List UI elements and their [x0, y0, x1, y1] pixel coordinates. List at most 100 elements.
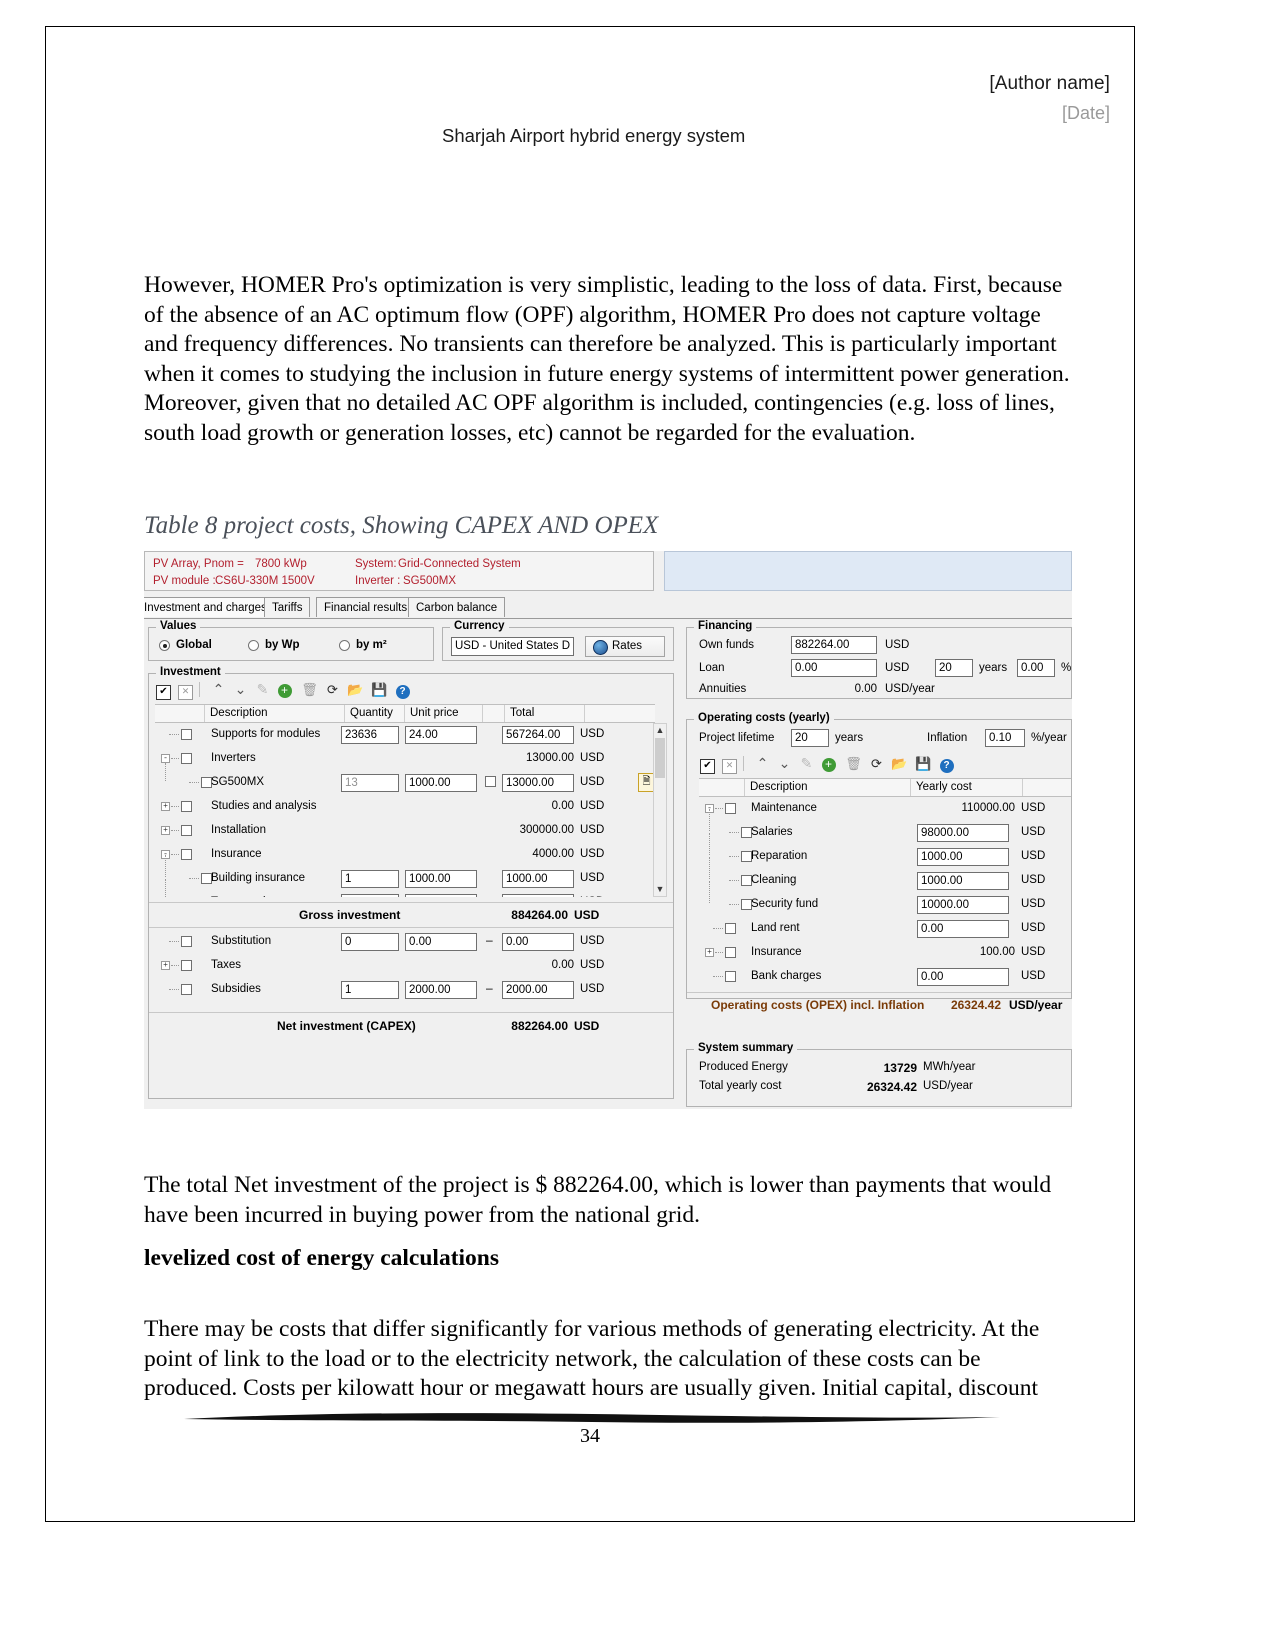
- tab-financial-results[interactable]: Financial results: [316, 597, 416, 617]
- open-folder-icon[interactable]: 📂: [891, 755, 908, 772]
- row-quantity-input[interactable]: 1: [341, 981, 399, 999]
- table-row[interactable]: - Inverters 13000.00 USD: [155, 747, 655, 771]
- table-row[interactable]: Reparation 1000.00 USD: [699, 833, 1071, 869]
- row-unit-price-input[interactable]: 24.00: [405, 726, 477, 744]
- row-checkbox[interactable]: [181, 849, 192, 860]
- tab-carbon-balance[interactable]: Carbon balance: [408, 597, 506, 617]
- row-quantity-input[interactable]: 23636: [341, 726, 399, 744]
- scroll-up-icon[interactable]: ▲: [654, 724, 666, 737]
- check-all-icon[interactable]: ✔: [699, 755, 716, 774]
- help-icon[interactable]: ?: [938, 755, 955, 773]
- investment-scrollbar[interactable]: ▲ ▼: [653, 723, 667, 897]
- move-up-icon[interactable]: ⌃: [754, 755, 771, 772]
- row-total-input[interactable]: 1000.00: [502, 870, 574, 888]
- loan-rate-input[interactable]: 0.00: [1017, 659, 1055, 677]
- table-row[interactable]: Building insurance 1 1000.00 1000.00 USD: [155, 855, 655, 891]
- row-yearly-cost-input[interactable]: 1000.00: [917, 848, 1009, 866]
- row-total-input[interactable]: 1000.00: [502, 894, 574, 897]
- row-unit-price-input[interactable]: 1000.00: [405, 774, 477, 792]
- row-checkbox[interactable]: [725, 947, 736, 958]
- row-checkbox[interactable]: [725, 971, 736, 982]
- row-unit-price-input[interactable]: 2000.00: [405, 981, 477, 999]
- inflation-input[interactable]: 0.10: [985, 729, 1025, 747]
- move-down-icon[interactable]: ⌄: [776, 755, 793, 772]
- tab-investment-and-charges[interactable]: Investment and charges: [144, 597, 275, 617]
- own-funds-input[interactable]: 882264.00: [791, 636, 877, 654]
- row-total-input[interactable]: 13000.00: [502, 774, 574, 792]
- table-row[interactable]: SG500MX 13 1000.00 13000.00 USD 🗎: [155, 763, 655, 795]
- currency-select[interactable]: USD - United States D: [451, 637, 574, 656]
- table-row[interactable]: Salaries 98000.00 USD: [699, 809, 1071, 845]
- open-folder-icon[interactable]: 📂: [347, 681, 364, 698]
- project-lifetime-input[interactable]: 20: [791, 729, 829, 747]
- radio-by-wp[interactable]: [248, 640, 259, 651]
- row-expander[interactable]: +: [161, 961, 170, 970]
- table-row[interactable]: Supports for modules 23636 24.00 567264.…: [155, 723, 655, 747]
- edit-icon[interactable]: ✎: [798, 755, 815, 772]
- row-yearly-cost-input[interactable]: 10000.00: [917, 896, 1009, 914]
- row-quantity-input[interactable]: 0: [341, 933, 399, 951]
- table-row[interactable]: + Insurance 100.00 USD: [699, 941, 1071, 965]
- row-checkbox[interactable]: [181, 753, 192, 764]
- add-icon[interactable]: +: [276, 681, 293, 698]
- help-icon[interactable]: ?: [394, 681, 411, 699]
- row-yearly-cost-input[interactable]: 0.00: [917, 920, 1009, 938]
- loan-duration-input[interactable]: 20: [935, 659, 973, 677]
- row-expander[interactable]: +: [161, 802, 170, 811]
- move-down-icon[interactable]: ⌄: [232, 681, 249, 698]
- save-icon[interactable]: 💾: [915, 755, 932, 772]
- refresh-icon[interactable]: ⟳: [868, 755, 885, 772]
- delete-icon[interactable]: 🗑: [301, 681, 318, 698]
- row-yearly-cost-input[interactable]: 0.00: [917, 968, 1009, 986]
- row-total-input[interactable]: 0.00: [502, 933, 574, 951]
- refresh-icon[interactable]: ⟳: [324, 681, 341, 698]
- table-row[interactable]: + Installation 300000.00 USD: [155, 819, 655, 843]
- uncheck-all-icon[interactable]: ✕: [177, 681, 194, 700]
- edit-icon[interactable]: ✎: [254, 681, 271, 698]
- table-row[interactable]: Land rent 0.00 USD: [699, 917, 1071, 941]
- row-checkbox[interactable]: [181, 984, 192, 995]
- table-row[interactable]: - Insurance 4000.00 USD: [155, 843, 655, 867]
- row-total-input[interactable]: 2000.00: [502, 981, 574, 999]
- table-row[interactable]: Substitution 0 0.00 – 0.00 USD: [155, 930, 655, 954]
- radio-global[interactable]: [159, 640, 170, 651]
- table-row[interactable]: Security fund 10000.00 USD: [699, 881, 1071, 917]
- uncheck-all-icon[interactable]: ✕: [721, 755, 738, 774]
- table-row[interactable]: Transport insurance 1 1000.00 1000.00 US…: [155, 879, 655, 897]
- row-unit-price-input[interactable]: 1000.00: [405, 894, 477, 897]
- row-quantity-input[interactable]: 1: [341, 870, 399, 888]
- rates-button[interactable]: Rates: [585, 636, 665, 657]
- row-checkbox[interactable]: [181, 936, 192, 947]
- row-checkbox[interactable]: [181, 729, 192, 740]
- row-expander[interactable]: +: [705, 948, 714, 957]
- table-row[interactable]: Bank charges 0.00 USD: [699, 965, 1071, 989]
- row-unit-price-input[interactable]: 0.00: [405, 933, 477, 951]
- table-row[interactable]: Cleaning 1000.00 USD: [699, 857, 1071, 893]
- row-yearly-cost-input[interactable]: 98000.00: [917, 824, 1009, 842]
- loan-input[interactable]: 0.00: [791, 659, 877, 677]
- row-unit-price-input[interactable]: 1000.00: [405, 870, 477, 888]
- scrollbar-thumb[interactable]: [655, 738, 665, 778]
- row-checkbox[interactable]: [725, 803, 736, 814]
- table-row[interactable]: Subsidies 1 2000.00 – 2000.00 USD: [155, 978, 655, 1002]
- save-icon[interactable]: 💾: [371, 681, 388, 698]
- row-lock-checkbox[interactable]: [485, 776, 496, 787]
- table-row[interactable]: - Maintenance 110000.00 USD: [699, 797, 1071, 821]
- tab-tariffs[interactable]: Tariffs: [264, 597, 311, 617]
- move-up-icon[interactable]: ⌃: [210, 681, 227, 698]
- add-icon[interactable]: +: [820, 755, 837, 772]
- check-all-icon[interactable]: ✔: [155, 681, 172, 700]
- row-expander[interactable]: +: [161, 826, 170, 835]
- row-checkbox[interactable]: [725, 923, 736, 934]
- scroll-down-icon[interactable]: ▼: [654, 883, 666, 896]
- table-row[interactable]: + Taxes 0.00 USD: [155, 954, 655, 978]
- row-expander[interactable]: -: [161, 754, 170, 763]
- delete-icon[interactable]: 🗑: [845, 755, 862, 772]
- row-total-input[interactable]: 567264.00: [502, 726, 574, 744]
- row-checkbox[interactable]: [181, 960, 192, 971]
- table-row[interactable]: + Studies and analysis 0.00 USD: [155, 795, 655, 819]
- row-checkbox[interactable]: [181, 825, 192, 836]
- radio-by-m2[interactable]: [339, 640, 350, 651]
- row-quantity-input[interactable]: 1: [341, 894, 399, 897]
- row-checkbox[interactable]: [181, 801, 192, 812]
